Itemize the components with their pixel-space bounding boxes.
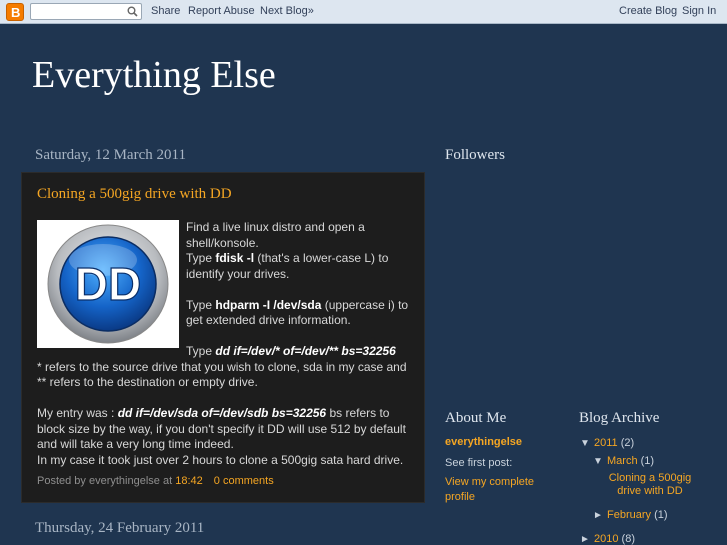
archive-month-link[interactable]: February [607,509,651,521]
expand-toggle-icon[interactable]: ► [580,534,594,545]
create-blog-link[interactable]: Create Blog [619,5,677,17]
date-header: Thursday, 24 February 2011 [35,520,205,536]
blogger-logo-icon[interactable]: B [6,3,24,21]
sign-in-link[interactable]: Sign In [682,5,716,17]
archive-year-link[interactable]: 2010 [594,533,618,545]
about-me-heading: About Me [445,410,507,426]
post-title[interactable]: Cloning a 500gig drive with DD [37,186,232,203]
post-body: Find a live linux distro and open a shel… [37,220,410,468]
blog-title[interactable]: Everything Else [32,53,276,97]
archive-year-link[interactable]: 2011 [594,437,618,449]
share-link[interactable]: Share [151,5,180,17]
archive-year-2011: ▼ 2011 (2) [580,437,635,449]
archive-post-link[interactable]: Cloning a 500gig drive with DD [600,472,700,498]
collapse-toggle-icon[interactable]: ▼ [593,456,607,467]
post-line: In my case it took just over 2 hours to … [37,452,404,467]
archive-month-february: ► February (1) [593,509,668,521]
blog-archive-heading: Blog Archive [579,410,660,426]
post-line: My entry was : dd if=/dev/sda of=/dev/sd… [37,406,406,451]
next-blog-link[interactable]: Next Blog» [260,5,314,17]
followers-heading: Followers [445,147,505,163]
search-input[interactable] [31,6,123,22]
post-time-link[interactable]: 18:42 [175,475,203,487]
view-profile-link[interactable]: View my complete profile [445,475,555,505]
see-first-post-label: See first post: [445,457,513,469]
archive-month-link[interactable]: March [607,455,638,467]
post-footer: Posted by everythingelse at 18:42 0 comm… [37,475,274,487]
profile-name-link[interactable]: everythingelse [445,436,522,448]
comments-link[interactable]: 0 comments [214,475,274,487]
date-header: Saturday, 12 March 2011 [35,147,186,163]
search-box [30,3,142,22]
post-line: * refers to the source drive that you wi… [37,359,407,390]
expand-toggle-icon[interactable]: ► [593,510,607,521]
blog-post: Cloning a 500gig drive with DD DD Find a… [21,172,425,503]
collapse-toggle-icon[interactable]: ▼ [580,438,594,449]
archive-month-march: ▼ March (1) [593,455,655,467]
search-icon[interactable] [127,6,138,17]
report-abuse-link[interactable]: Report Abuse [188,5,255,17]
blogger-navbar: B Share Report Abuse Next Blog» Create B… [0,0,727,24]
archive-year-2010: ► 2010 (8) [580,533,635,545]
